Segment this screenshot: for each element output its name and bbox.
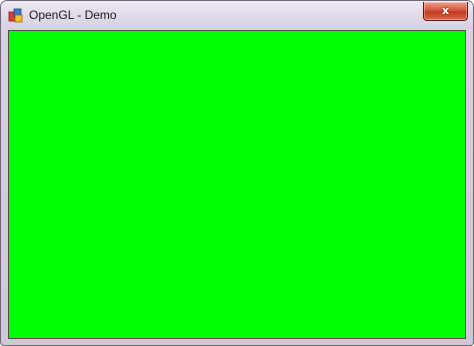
close-button[interactable]: x <box>423 2 468 21</box>
opengl-viewport[interactable] <box>8 30 466 339</box>
app-window: OpenGL - Demo x <box>0 0 474 346</box>
close-icon: x <box>441 4 450 17</box>
window-title: OpenGL - Demo <box>29 8 117 22</box>
title-bar[interactable]: OpenGL - Demo x <box>1 1 473 29</box>
app-icon <box>8 8 23 23</box>
gl-clear-surface <box>9 31 465 338</box>
